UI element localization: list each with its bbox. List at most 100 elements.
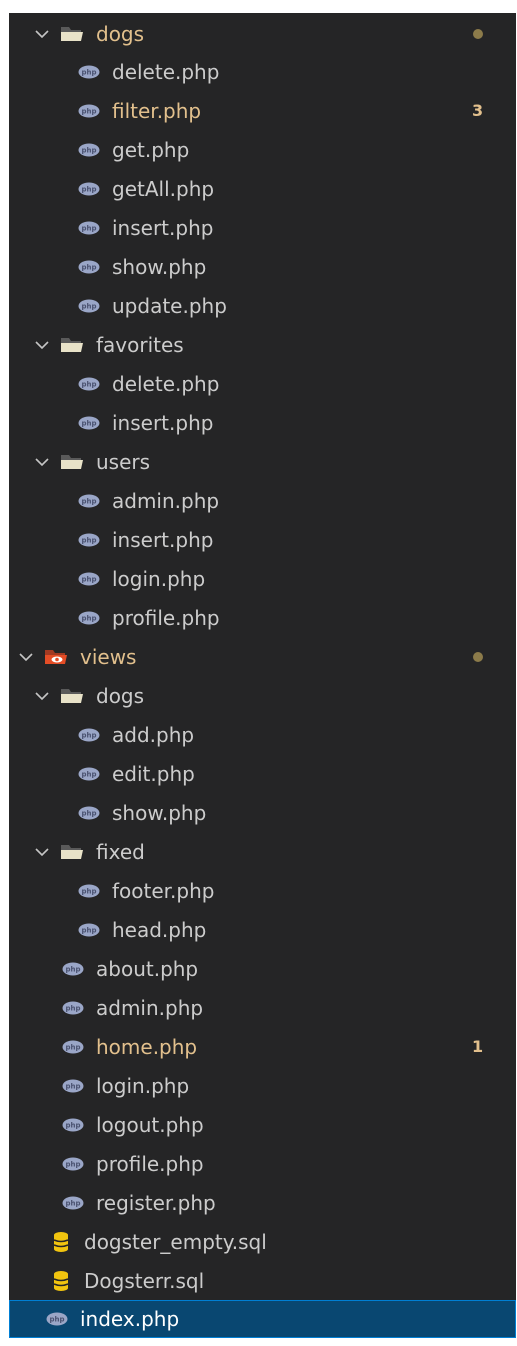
- tree-item-label: dogster_empty.sql: [84, 1230, 267, 1254]
- tree-item-label: insert.php: [112, 411, 214, 435]
- tree-file-register-php[interactable]: php register.php: [9, 1184, 516, 1222]
- tree-file-edit-php[interactable]: php edit.php: [9, 755, 516, 793]
- chevron-down-icon[interactable]: [34, 688, 50, 704]
- php-file-icon: php: [62, 1157, 84, 1171]
- tree-item-label: about.php: [96, 957, 199, 981]
- php-file-icon: php: [78, 299, 100, 313]
- tree-item-label: profile.php: [112, 606, 220, 630]
- tree-file-admin-php[interactable]: php admin.php: [9, 989, 516, 1027]
- svg-text:php: php: [65, 1005, 80, 1013]
- svg-text:php: php: [81, 576, 96, 584]
- svg-text:php: php: [81, 771, 96, 779]
- tree-file-insert-php[interactable]: php insert.php: [9, 404, 516, 442]
- svg-text:php: php: [81, 810, 96, 818]
- tree-item-label: update.php: [112, 294, 227, 318]
- php-file-icon: php: [78, 923, 100, 937]
- php-file-icon: php: [78, 416, 100, 430]
- tree-folder-favorites[interactable]: favorites: [9, 326, 516, 364]
- tree-item-label: head.php: [112, 918, 207, 942]
- tree-item-label: insert.php: [112, 528, 214, 552]
- tree-file-delete-php[interactable]: php delete.php: [9, 53, 516, 91]
- tree-file-login-php[interactable]: php login.php: [9, 560, 516, 598]
- tree-file-delete-php[interactable]: php delete.php: [9, 365, 516, 403]
- svg-text:php: php: [81, 381, 96, 389]
- tree-item-label: filter.php: [112, 99, 202, 123]
- tree-item-label: admin.php: [112, 489, 220, 513]
- database-icon: [53, 1232, 69, 1252]
- tree-file-about-php[interactable]: php about.php: [9, 950, 516, 988]
- svg-text:php: php: [81, 732, 96, 740]
- open-folder-icon: [61, 27, 83, 41]
- tree-folder-dogs[interactable]: dogs: [9, 15, 516, 53]
- tree-file-logout-php[interactable]: php logout.php: [9, 1106, 516, 1144]
- problem-count-badge: 3: [472, 101, 484, 120]
- php-file-icon: php: [78, 221, 100, 235]
- svg-text:php: php: [81, 888, 96, 896]
- tree-file-filter-php[interactable]: php filter.php 3: [9, 92, 516, 130]
- tree-file-head-php[interactable]: php head.php: [9, 911, 516, 949]
- tree-folder-users[interactable]: users: [9, 443, 516, 481]
- tree-file-get-php[interactable]: php get.php: [9, 131, 516, 169]
- chevron-down-icon[interactable]: [34, 454, 50, 470]
- php-file-icon: php: [78, 182, 100, 196]
- tree-file-footer-php[interactable]: php footer.php: [9, 872, 516, 910]
- tree-item-label: show.php: [112, 801, 207, 825]
- php-file-icon: php: [78, 104, 100, 118]
- tree-file-index-php[interactable]: php index.php: [9, 1300, 516, 1338]
- svg-text:php: php: [81, 69, 96, 77]
- php-file-icon: php: [78, 65, 100, 79]
- tree-item-label: edit.php: [112, 762, 195, 786]
- tree-item-label: home.php: [96, 1035, 198, 1059]
- tree-file-insert-php[interactable]: php insert.php: [9, 521, 516, 559]
- php-file-icon: php: [78, 494, 100, 508]
- svg-text:php: php: [65, 1122, 80, 1130]
- tree-file-login-php[interactable]: php login.php: [9, 1067, 516, 1105]
- tree-item-label: profile.php: [96, 1152, 204, 1176]
- php-file-icon: php: [78, 611, 100, 625]
- tree-file-insert-php[interactable]: php insert.php: [9, 209, 516, 247]
- svg-text:php: php: [81, 186, 96, 194]
- php-file-icon: php: [62, 1001, 84, 1015]
- svg-text:php: php: [65, 966, 80, 974]
- tree-item-label: users: [96, 450, 151, 474]
- tree-item-label: favorites: [96, 333, 184, 357]
- tree-file-update-php[interactable]: php update.php: [9, 287, 516, 325]
- chevron-down-icon[interactable]: [34, 26, 50, 42]
- svg-text:php: php: [65, 1083, 80, 1091]
- tree-folder-fixed[interactable]: fixed: [9, 833, 516, 871]
- tree-item-label: insert.php: [112, 216, 214, 240]
- svg-text:php: php: [81, 498, 96, 506]
- tree-file-dogster-empty-sql[interactable]: dogster_empty.sql: [9, 1223, 516, 1261]
- svg-text:php: php: [81, 537, 96, 545]
- svg-text:php: php: [81, 225, 96, 233]
- tree-file-dogsterr-sql[interactable]: Dogsterr.sql: [9, 1262, 516, 1300]
- tree-file-profile-php[interactable]: php profile.php: [9, 1145, 516, 1183]
- php-file-icon: php: [78, 572, 100, 586]
- tree-file-profile-php[interactable]: php profile.php: [9, 599, 516, 637]
- svg-text:php: php: [81, 264, 96, 272]
- tree-folder-views[interactable]: views: [9, 638, 516, 676]
- chevron-down-icon[interactable]: [34, 844, 50, 860]
- tree-file-add-php[interactable]: php add.php: [9, 716, 516, 754]
- php-file-icon: php: [62, 1040, 84, 1054]
- open-folder-icon: [61, 845, 83, 859]
- php-file-icon: php: [46, 1312, 68, 1326]
- chevron-down-icon[interactable]: [34, 337, 50, 353]
- svg-text:php: php: [65, 1200, 80, 1208]
- svg-text:php: php: [65, 1044, 80, 1052]
- tree-file-show-php[interactable]: php show.php: [9, 794, 516, 832]
- tree-file-getall-php[interactable]: php getAll.php: [9, 170, 516, 208]
- tree-item-label: dogs: [96, 684, 145, 708]
- tree-item-label: index.php: [80, 1307, 180, 1331]
- svg-text:php: php: [81, 615, 96, 623]
- tree-file-home-php[interactable]: php home.php 1: [9, 1028, 516, 1066]
- chevron-down-icon[interactable]: [18, 649, 34, 665]
- tree-item-label: fixed: [96, 840, 145, 864]
- tree-file-admin-php[interactable]: php admin.php: [9, 482, 516, 520]
- svg-text:php: php: [81, 147, 96, 155]
- tree-item-label: login.php: [96, 1074, 190, 1098]
- tree-file-show-php[interactable]: php show.php: [9, 248, 516, 286]
- tree-folder-dogs[interactable]: dogs: [9, 677, 516, 715]
- php-file-icon: php: [78, 143, 100, 157]
- php-file-icon: php: [78, 767, 100, 781]
